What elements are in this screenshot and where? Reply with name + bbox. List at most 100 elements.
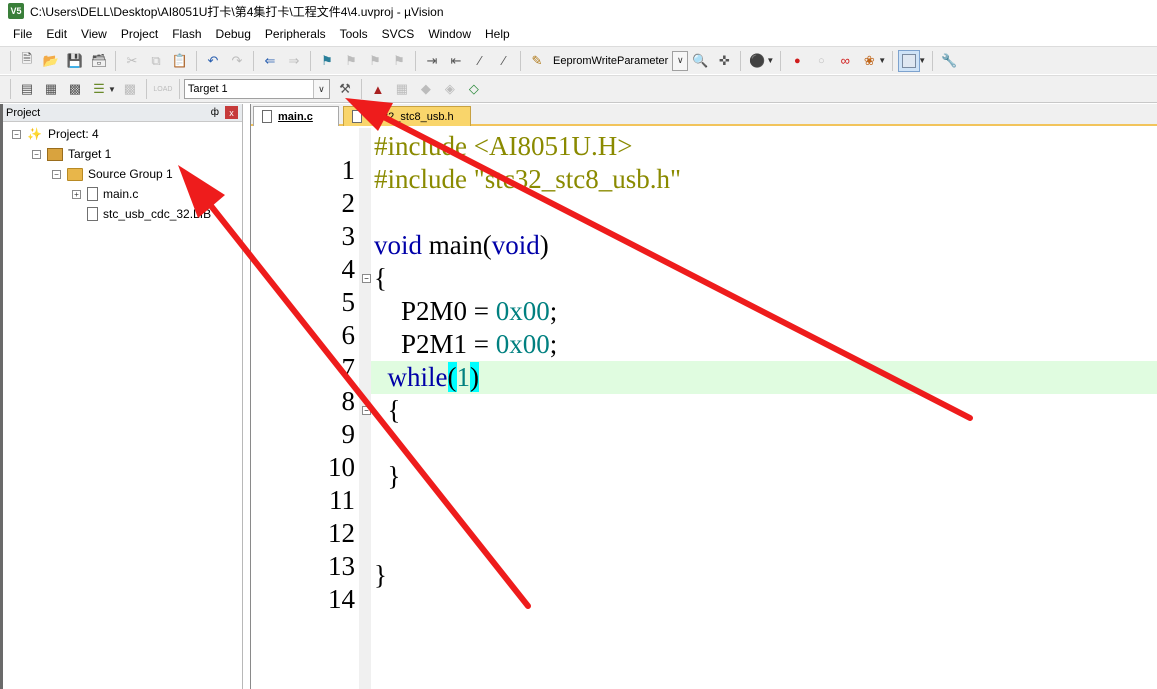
fold-toggle-icon[interactable]: − bbox=[362, 274, 371, 283]
navigate-back-icon[interactable]: ⇐ bbox=[259, 50, 281, 72]
project-panel-title: Project bbox=[6, 106, 41, 119]
incremental-find-icon[interactable]: ✜ bbox=[713, 50, 735, 72]
keyword: void bbox=[374, 230, 423, 260]
code-line-5: { bbox=[374, 263, 387, 293]
navigate-forward-icon[interactable]: ⇒ bbox=[283, 50, 305, 72]
code-line-8: while(1) bbox=[374, 361, 479, 394]
start-debug-icon[interactable]: ⚫ bbox=[746, 50, 768, 72]
new-file-icon[interactable]: 🗎 bbox=[16, 50, 38, 72]
menu-file[interactable]: File bbox=[6, 23, 39, 45]
menu-debug[interactable]: Debug bbox=[209, 23, 258, 45]
menu-edit[interactable]: Edit bbox=[39, 23, 74, 45]
line-number: 7 bbox=[341, 353, 356, 383]
undo-icon[interactable]: ↶ bbox=[202, 50, 224, 72]
menu-view[interactable]: View bbox=[74, 23, 114, 45]
line-number: 3 bbox=[341, 221, 356, 251]
tab-main-c[interactable]: main.c bbox=[253, 106, 339, 126]
translate-icon[interactable]: ▤ bbox=[16, 78, 38, 100]
eeprom-tool-icon[interactable]: ✎ bbox=[526, 50, 548, 72]
collapse-icon[interactable]: − bbox=[12, 129, 21, 139]
find-in-files-icon[interactable]: 🔍 bbox=[689, 50, 711, 72]
kill-all-breakpoints-icon[interactable]: ❀ bbox=[858, 50, 880, 72]
close-icon[interactable]: x bbox=[225, 106, 238, 119]
batch-build-icon[interactable]: ☰ bbox=[88, 78, 110, 100]
redo-icon[interactable]: ↷ bbox=[226, 50, 248, 72]
comment-icon[interactable]: ⁄ bbox=[469, 50, 491, 72]
menu-flash[interactable]: Flash bbox=[165, 23, 208, 45]
menu-window[interactable]: Window bbox=[421, 23, 478, 45]
configure-icon[interactable]: 🔧 bbox=[938, 50, 960, 72]
bookmark-toggle-icon[interactable]: ⚑ bbox=[316, 50, 338, 72]
code-line-14: } bbox=[374, 560, 387, 590]
line-number: 6 bbox=[341, 320, 356, 350]
semicolon: ; bbox=[549, 329, 558, 359]
options-for-target-icon[interactable]: ⚒ bbox=[334, 78, 356, 100]
project-panel: Project ф x − ✨ Project: 4 − Target 1 − … bbox=[0, 104, 243, 689]
eeprom-write-parameter-label[interactable]: EepromWriteParameter bbox=[549, 55, 672, 67]
rebuild-icon[interactable]: ▩ bbox=[64, 78, 86, 100]
menu-project[interactable]: Project bbox=[114, 23, 165, 45]
paste-icon[interactable]: 📋 bbox=[169, 50, 191, 72]
expand-icon[interactable]: + bbox=[72, 189, 81, 199]
file-icon bbox=[262, 110, 272, 123]
tree-item-source-group[interactable]: − Source Group 1 bbox=[52, 165, 173, 183]
menu-peripherals[interactable]: Peripherals bbox=[258, 23, 333, 45]
window-layout-icon[interactable] bbox=[898, 49, 921, 72]
uncomment-icon[interactable]: ⁄ bbox=[493, 50, 515, 72]
bookmark-next-icon[interactable]: ⚑ bbox=[364, 50, 386, 72]
enable-breakpoint-icon[interactable]: ○ bbox=[810, 50, 832, 72]
run-time-environment-icon[interactable]: ◇ bbox=[463, 78, 485, 100]
fold-toggle-icon[interactable]: − bbox=[362, 406, 371, 415]
tree-item-target[interactable]: − Target 1 bbox=[32, 145, 111, 163]
pack-installer-icon[interactable]: ◈ bbox=[439, 78, 461, 100]
select-packs-icon[interactable]: ▦ bbox=[391, 78, 413, 100]
tree-item-main-c[interactable]: + main.c bbox=[72, 185, 138, 203]
uvision-app-icon: V5 bbox=[8, 3, 24, 19]
manage-project-items-icon[interactable]: ▲ bbox=[367, 78, 389, 100]
collapse-icon[interactable]: − bbox=[32, 149, 41, 159]
target-select[interactable]: Target 1 ∨ bbox=[183, 79, 330, 99]
cut-icon[interactable]: ✂ bbox=[121, 50, 143, 72]
window-title: C:\Users\DELL\Desktop\AI8051U打卡\第4集打卡\工程… bbox=[30, 4, 444, 19]
unindent-icon[interactable]: ⇤ bbox=[445, 50, 467, 72]
manage-rte-icon[interactable]: ◆ bbox=[415, 78, 437, 100]
chevron-down-icon[interactable]: ▼ bbox=[766, 56, 774, 65]
number-literal: 0x00 bbox=[495, 296, 550, 326]
chevron-down-icon[interactable]: ▼ bbox=[108, 85, 116, 94]
tab-stc32-stc8-usb-h[interactable]: stc32_stc8_usb.h bbox=[343, 106, 471, 126]
chevron-down-icon: ∨ bbox=[673, 51, 688, 70]
copy-icon[interactable]: ⧉ bbox=[145, 50, 167, 72]
insert-breakpoint-icon[interactable]: ● bbox=[786, 50, 808, 72]
bookmark-prev-icon[interactable]: ⚑ bbox=[340, 50, 362, 72]
menu-tools[interactable]: Tools bbox=[333, 23, 375, 45]
menu-help[interactable]: Help bbox=[478, 23, 517, 45]
code-editor[interactable]: main.c stc32_stc8_usb.h 1 2 3 4 5 6 7 8 … bbox=[250, 104, 1157, 689]
chevron-down-icon[interactable]: ∨ bbox=[312, 80, 329, 98]
save-all-icon[interactable]: 🗃 bbox=[88, 50, 110, 72]
collapse-icon[interactable]: − bbox=[52, 169, 61, 179]
toolbar-separator bbox=[932, 50, 934, 71]
code-line-7: P2M1 = 0x00; bbox=[374, 328, 557, 361]
chevron-down-icon[interactable]: ▼ bbox=[918, 56, 926, 65]
number-literal: 1 bbox=[456, 362, 471, 392]
chevron-down-icon[interactable]: ▼ bbox=[878, 56, 886, 65]
preprocessor-directive: #include bbox=[374, 164, 467, 194]
disable-all-breakpoints-icon[interactable]: ∞ bbox=[834, 50, 856, 72]
tree-item-project[interactable]: − ✨ Project: 4 bbox=[12, 125, 99, 143]
line-number: 5 bbox=[341, 287, 356, 317]
indent-icon[interactable]: ⇥ bbox=[421, 50, 443, 72]
preprocessor-directive: #include bbox=[374, 131, 467, 161]
register-assignment: P2M1 = bbox=[374, 329, 496, 359]
bookmark-clear-icon[interactable]: ⚑ bbox=[388, 50, 410, 72]
download-icon[interactable]: LOAD bbox=[152, 78, 174, 100]
open-file-icon[interactable]: 📂 bbox=[40, 50, 62, 72]
menu-svcs[interactable]: SVCS bbox=[375, 23, 422, 45]
toolbar-separator bbox=[415, 50, 416, 71]
save-icon[interactable]: 💾 bbox=[64, 50, 86, 72]
tree-item-lib[interactable]: stc_usb_cdc_32.LIB bbox=[87, 205, 211, 223]
eeprom-dropdown[interactable]: ∨ bbox=[672, 50, 689, 71]
line-number: 4 bbox=[341, 254, 356, 284]
stop-build-icon[interactable]: ▩ bbox=[119, 78, 141, 100]
build-icon[interactable]: ▦ bbox=[40, 78, 62, 100]
pin-icon[interactable]: ф bbox=[211, 107, 219, 118]
